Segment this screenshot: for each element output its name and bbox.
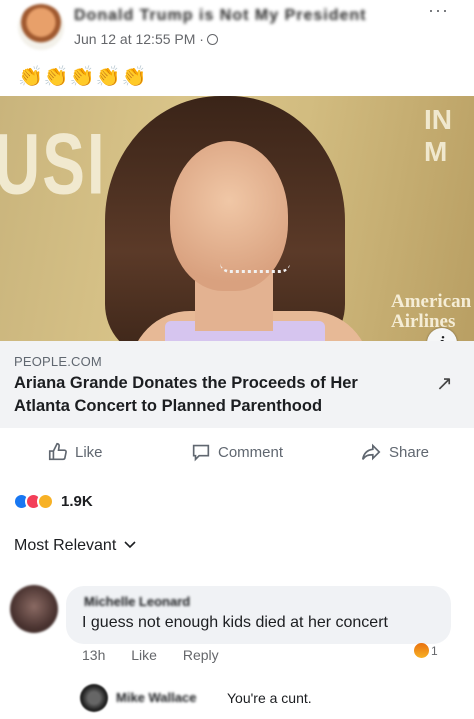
link-title[interactable]: Ariana Grande Donates the Proceeds of He… <box>14 372 414 418</box>
comment-icon <box>192 444 210 462</box>
globe-icon <box>206 34 218 45</box>
comment-reply-link[interactable]: Reply <box>183 647 219 663</box>
backdrop-text-right: IN M <box>424 104 452 167</box>
more-options-icon[interactable]: ··· <box>428 0 449 21</box>
like-button[interactable]: Like <box>47 441 103 463</box>
backdrop-text-left: USI <box>0 115 107 213</box>
sort-label: Most Relevant <box>14 537 117 554</box>
link-domain: PEOPLE.COM <box>14 354 102 369</box>
comment-button[interactable]: Comment <box>190 441 283 463</box>
like-label: Like <box>75 443 103 461</box>
comment-meta: 13h Like Reply <box>82 647 241 663</box>
comment-reaction-count: 1 <box>431 643 438 658</box>
post-header: Donald Trump is Not My President Jun 12 … <box>0 0 474 62</box>
angry-reaction-icon <box>414 643 429 658</box>
comment-author[interactable]: Michelle Leonard <box>84 594 190 609</box>
commenter-avatar[interactable] <box>10 585 58 633</box>
comment-like-link[interactable]: Like <box>131 647 157 663</box>
reply-text: You're a cunt. <box>227 690 312 706</box>
avatar[interactable] <box>18 4 64 50</box>
chevron-down-icon <box>124 541 136 549</box>
share-label: Share <box>389 443 430 461</box>
comment-sort-dropdown[interactable]: Most Relevant <box>14 537 136 555</box>
post-timestamp-text: Jun 12 at 12:55 PM · <box>74 31 204 47</box>
wow-reaction-icon <box>37 492 54 510</box>
external-link-icon[interactable]: ↗ <box>436 371 453 396</box>
post-timestamp[interactable]: Jun 12 at 12:55 PM · <box>74 31 218 47</box>
link-caption[interactable]: PEOPLE.COM Ariana Grande Donates the Pro… <box>0 341 474 428</box>
comment-label: Comment <box>218 443 284 461</box>
thumbs-up-icon <box>48 442 67 461</box>
share-button[interactable]: Share <box>359 441 429 463</box>
backdrop-brand-text: American Airlines <box>391 291 472 332</box>
post-text: 👏👏👏👏👏 <box>18 66 148 88</box>
share-icon <box>361 443 381 461</box>
reply-author[interactable]: Mike Wallace <box>116 690 196 705</box>
link-preview-image[interactable]: USI IN M American Airlines <box>0 96 474 341</box>
reaction-count: 1.9K <box>61 492 93 510</box>
action-bar: Like Comment Share <box>0 441 474 469</box>
comment-bubble: Michelle Leonard I guess not enough kids… <box>66 586 451 644</box>
poster-name[interactable]: Donald Trump is Not My President <box>74 7 366 25</box>
comment-time[interactable]: 13h <box>82 647 105 663</box>
reactions-summary[interactable]: 1.9K <box>13 488 93 514</box>
comment-reactions[interactable]: 1 <box>414 643 438 658</box>
photo-subject-necklace <box>220 263 290 273</box>
comment-text: I guess not enough kids died at her conc… <box>82 614 388 631</box>
reply-avatar[interactable] <box>80 684 108 712</box>
